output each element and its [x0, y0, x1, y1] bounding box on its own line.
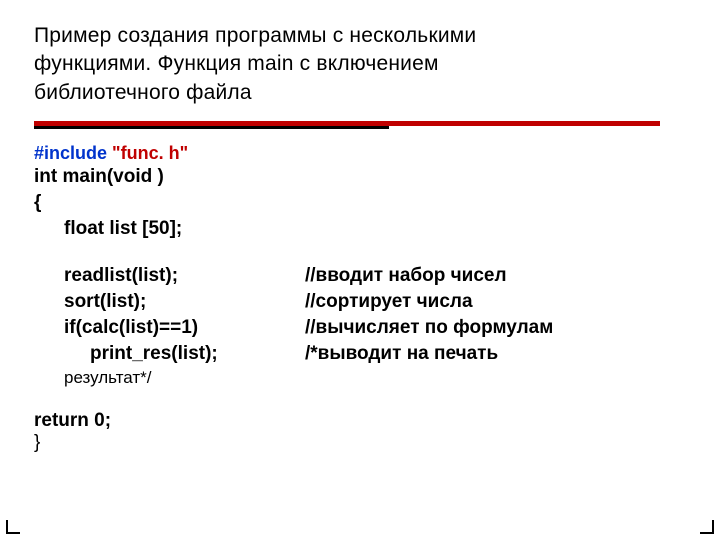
close-brace: }: [34, 432, 686, 454]
title-line-2: функциями. Функция main с включением: [34, 52, 439, 75]
corner-bottom-right: [700, 520, 714, 534]
comment-print: /*выводит на печать: [305, 341, 686, 367]
title-rule: [34, 121, 686, 129]
rule-black: [34, 126, 389, 129]
result-tail: результат*/: [64, 368, 686, 388]
corner-bottom-left: [6, 520, 20, 534]
include-line: #include "func. h": [34, 143, 686, 164]
include-file: "func. h": [112, 143, 188, 163]
calls-block: readlist(list); //вводит набор чисел sor…: [64, 263, 686, 368]
comment-readlist: //вводит набор чисел: [305, 263, 686, 289]
slide: Пример создания программы с несколькими …: [0, 0, 720, 540]
title-line-3: библиотечного файла: [34, 81, 252, 104]
return-stmt: return 0;: [34, 410, 686, 432]
title-line-1: Пример создания программы с несколькими: [34, 24, 476, 47]
call-print-res: print_res(list);: [64, 341, 299, 367]
comment-sort: //сортирует числа: [305, 289, 686, 315]
call-if-calc: if(calс(list)==1): [64, 315, 299, 341]
slide-title: Пример создания программы с несколькими …: [34, 22, 686, 107]
call-readlist: readlist(list);: [64, 263, 299, 289]
call-sort: sort(list);: [64, 289, 299, 315]
include-directive: #include: [34, 143, 107, 163]
open-brace: {: [34, 190, 686, 216]
array-decl: float list [50];: [34, 216, 686, 242]
comment-calc: //вычисляет по формулам: [305, 315, 686, 341]
main-decl: int main(void ): [34, 164, 686, 190]
gap: [34, 243, 686, 263]
